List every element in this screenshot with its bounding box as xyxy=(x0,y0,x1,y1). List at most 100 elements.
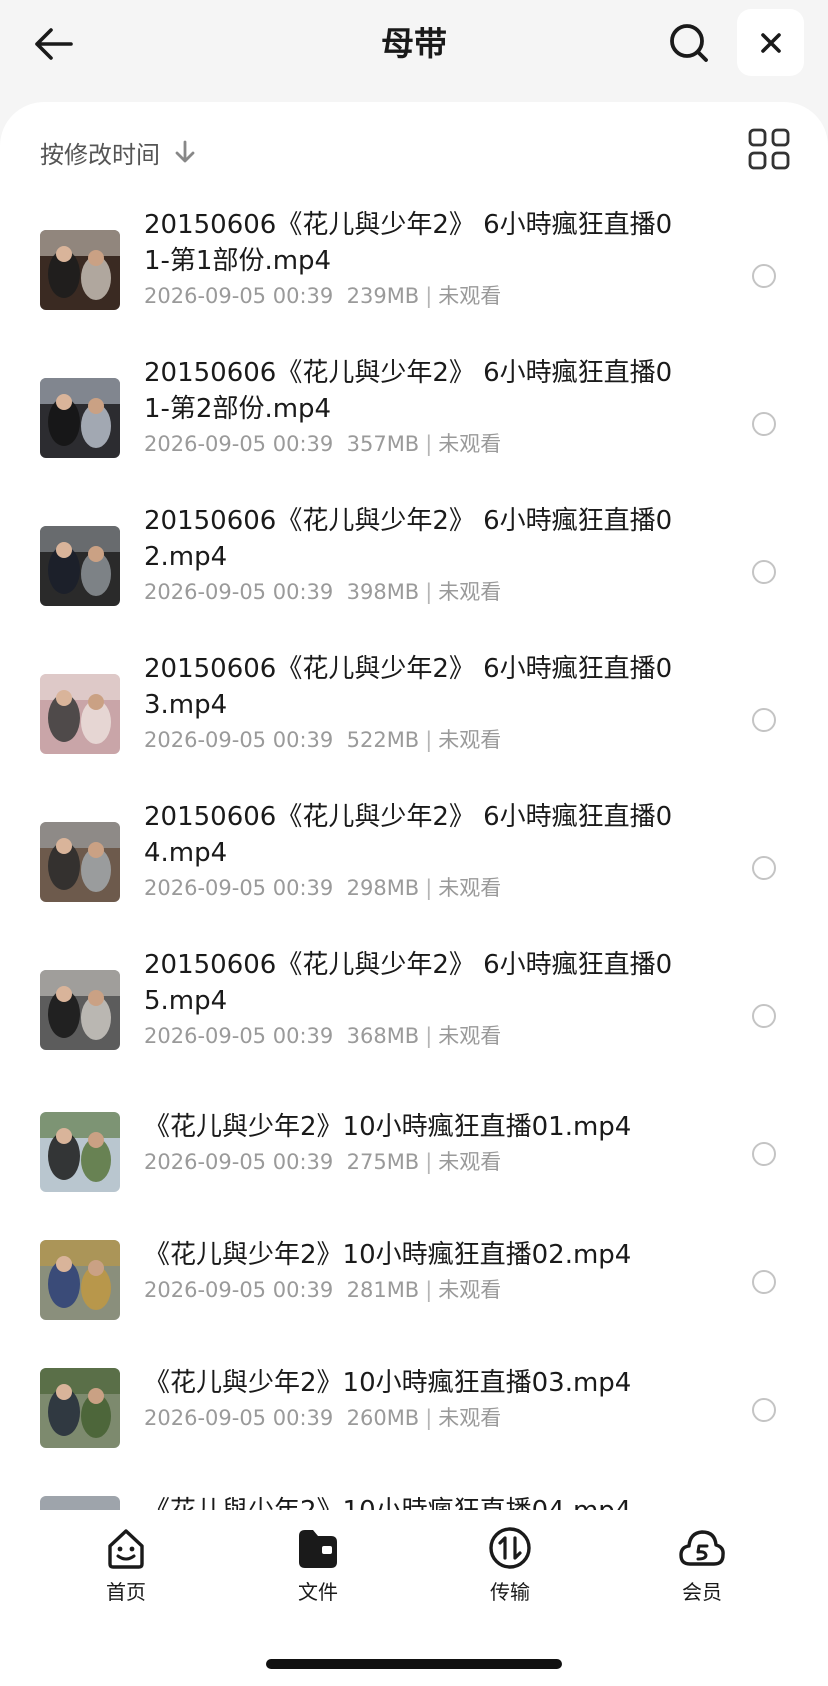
select-radio[interactable] xyxy=(752,1004,776,1028)
file-row[interactable]: 20150606《花儿與少年2》 6小時瘋狂直播01-第1部份.mp4 2026-… xyxy=(0,207,828,347)
video-thumbnail xyxy=(40,1112,120,1192)
meta-separator: | xyxy=(425,876,433,900)
file-row[interactable]: 20150606《花儿與少年2》 6小時瘋狂直播01-第2部份.mp4 2026-… xyxy=(0,355,828,495)
home-smile-icon xyxy=(108,1529,144,1569)
close-button[interactable] xyxy=(737,9,804,76)
file-row[interactable]: 《花儿與少年2》10小時瘋狂直播04.mp4 xyxy=(0,1479,828,1512)
folder-icon xyxy=(299,1530,337,1568)
file-size: 281MB xyxy=(346,1278,420,1302)
select-radio[interactable] xyxy=(752,1142,776,1166)
file-name: 20150606《花儿與少年2》 6小時瘋狂直播04.mp4 xyxy=(144,802,673,868)
select-radio[interactable] xyxy=(752,856,776,880)
file-date: 2026-09-05 00:39 xyxy=(144,1406,334,1430)
select-radio[interactable] xyxy=(752,412,776,436)
file-name: 20150606《花儿與少年2》 6小時瘋狂直播02.mp4 xyxy=(144,506,673,572)
watch-status: 未观看 xyxy=(438,284,502,308)
file-list-panel: 按修改时间 20150606《花儿與少年2》 6小時瘋狂直播01-第1部份.mp… xyxy=(0,102,828,1512)
file-date: 2026-09-05 00:39 xyxy=(144,1278,334,1302)
file-meta: 2026-09-05 00:39 368MB | 未观看 xyxy=(144,1021,501,1051)
tab-transfer[interactable]: 传输 xyxy=(450,1524,570,1606)
file-row[interactable]: 20150606《花儿與少年2》 6小時瘋狂直播02.mp4 2026-09-05… xyxy=(0,503,828,643)
file-name: 20150606《花儿與少年2》 6小時瘋狂直播03.mp4 xyxy=(144,654,673,720)
file-size: 275MB xyxy=(346,1150,420,1174)
meta-separator: | xyxy=(425,728,433,752)
select-radio[interactable] xyxy=(752,1270,776,1294)
arrow-down-icon xyxy=(174,140,196,164)
select-radio[interactable] xyxy=(752,708,776,732)
file-meta: 2026-09-05 00:39 260MB | 未观看 xyxy=(144,1403,501,1433)
transfer-icon xyxy=(489,1527,531,1569)
sort-label: 按修改时间 xyxy=(40,140,160,169)
file-size: 357MB xyxy=(346,432,420,456)
file-date: 2026-09-05 00:39 xyxy=(144,284,334,308)
file-meta: 2026-09-05 00:39 522MB | 未观看 xyxy=(144,725,501,755)
file-name: 《花儿與少年2》10小時瘋狂直播01.mp4 xyxy=(144,1112,632,1142)
file-meta: 2026-09-05 00:39 281MB | 未观看 xyxy=(144,1275,501,1305)
video-thumbnail xyxy=(40,378,120,458)
meta-separator: | xyxy=(425,580,433,604)
file-name: 20150606《花儿與少年2》 6小時瘋狂直播05.mp4 xyxy=(144,950,673,1016)
watch-status: 未观看 xyxy=(438,1024,502,1048)
video-thumbnail xyxy=(40,526,120,606)
sort-control[interactable]: 按修改时间 xyxy=(40,130,196,174)
select-radio[interactable] xyxy=(752,264,776,288)
tab-transfer-label: 传输 xyxy=(490,1580,530,1604)
meta-separator: | xyxy=(425,1024,433,1048)
file-date: 2026-09-05 00:39 xyxy=(144,1024,334,1048)
search-button[interactable] xyxy=(662,16,716,70)
file-date: 2026-09-05 00:39 xyxy=(144,432,334,456)
file-row[interactable]: 20150606《花儿與少年2》 6小時瘋狂直播05.mp4 2026-09-05… xyxy=(0,947,828,1087)
file-name: 20150606《花儿與少年2》 6小時瘋狂直播01-第2部份.mp4 xyxy=(144,358,673,424)
file-meta: 2026-09-05 00:39 239MB | 未观看 xyxy=(144,281,501,311)
file-date: 2026-09-05 00:39 xyxy=(144,580,334,604)
meta-separator: | xyxy=(425,1150,433,1174)
watch-status: 未观看 xyxy=(438,1150,502,1174)
file-size: 239MB xyxy=(346,284,420,308)
file-row[interactable]: 《花儿與少年2》10小時瘋狂直播03.mp4 2026-09-05 00:39 2… xyxy=(0,1351,828,1471)
file-row[interactable]: 20150606《花儿與少年2》 6小時瘋狂直播03.mp4 2026-09-05… xyxy=(0,651,828,791)
video-thumbnail xyxy=(40,1240,120,1320)
file-row[interactable]: 20150606《花儿與少年2》 6小時瘋狂直播04.mp4 2026-09-05… xyxy=(0,799,828,939)
tab-files-label: 文件 xyxy=(298,1580,338,1604)
cloud-member-icon xyxy=(679,1530,725,1566)
tab-files[interactable]: 文件 xyxy=(258,1524,378,1606)
meta-separator: | xyxy=(425,1406,433,1430)
file-size: 398MB xyxy=(346,580,420,604)
meta-separator: | xyxy=(425,432,433,456)
watch-status: 未观看 xyxy=(438,728,502,752)
watch-status: 未观看 xyxy=(438,876,502,900)
watch-status: 未观看 xyxy=(438,580,502,604)
grid-view-icon xyxy=(748,128,790,170)
file-meta: 2026-09-05 00:39 357MB | 未观看 xyxy=(144,429,501,459)
file-row[interactable]: 《花儿與少年2》10小時瘋狂直播01.mp4 2026-09-05 00:39 2… xyxy=(0,1095,828,1215)
file-size: 522MB xyxy=(346,728,420,752)
search-icon xyxy=(670,24,708,62)
file-name: 《花儿與少年2》10小時瘋狂直播02.mp4 xyxy=(144,1240,632,1270)
select-radio[interactable] xyxy=(752,1398,776,1422)
file-size: 260MB xyxy=(346,1406,420,1430)
meta-separator: | xyxy=(425,1278,433,1302)
file-size: 368MB xyxy=(346,1024,420,1048)
file-date: 2026-09-05 00:39 xyxy=(144,728,334,752)
file-meta: 2026-09-05 00:39 275MB | 未观看 xyxy=(144,1147,501,1177)
file-meta: 2026-09-05 00:39 298MB | 未观看 xyxy=(144,873,501,903)
close-icon xyxy=(760,32,781,53)
file-row[interactable]: 《花儿與少年2》10小時瘋狂直播02.mp4 2026-09-05 00:39 2… xyxy=(0,1223,828,1343)
video-thumbnail xyxy=(40,822,120,902)
tab-member-label: 会员 xyxy=(682,1580,722,1604)
watch-status: 未观看 xyxy=(438,1406,502,1430)
file-name: 20150606《花儿與少年2》 6小時瘋狂直播01-第1部份.mp4 xyxy=(144,210,673,276)
file-date: 2026-09-05 00:39 xyxy=(144,1150,334,1174)
video-thumbnail xyxy=(40,970,120,1050)
grid-view-button[interactable] xyxy=(746,126,792,172)
video-thumbnail xyxy=(40,674,120,754)
tab-home[interactable]: 首页 xyxy=(66,1524,186,1606)
file-meta: 2026-09-05 00:39 398MB | 未观看 xyxy=(144,577,501,607)
video-thumbnail xyxy=(40,1368,120,1448)
home-indicator xyxy=(266,1659,562,1669)
tab-member[interactable]: 会员 xyxy=(642,1524,762,1606)
watch-status: 未观看 xyxy=(438,1278,502,1302)
meta-separator: | xyxy=(425,284,433,308)
video-thumbnail xyxy=(40,230,120,310)
select-radio[interactable] xyxy=(752,560,776,584)
